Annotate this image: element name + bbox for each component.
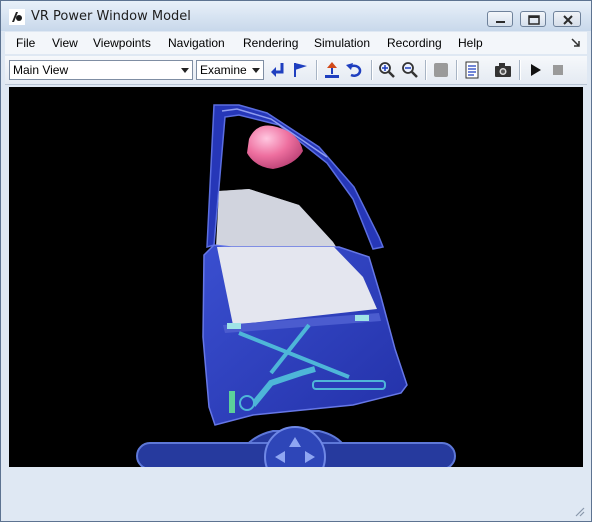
- menu-recording[interactable]: Recording: [387, 36, 442, 50]
- vr-viewport[interactable]: W E F ?: [9, 87, 583, 467]
- zoom-in-icon[interactable]: [377, 60, 397, 80]
- capture-frame-icon[interactable]: [493, 60, 513, 80]
- rail-clip-right: [355, 315, 369, 321]
- regulator-gear: [239, 395, 255, 411]
- menu-simulation[interactable]: Simulation: [314, 36, 370, 50]
- record-icon[interactable]: [431, 60, 451, 80]
- close-button[interactable]: [553, 11, 581, 27]
- minimize-icon: [496, 21, 505, 23]
- toolbar-separator: [316, 60, 318, 80]
- menu-help[interactable]: Help: [458, 36, 483, 50]
- maximize-button[interactable]: [520, 11, 546, 27]
- status-bar: [5, 495, 587, 519]
- title-bar: VR Power Window Model: [1, 1, 591, 31]
- navigation-mode-select[interactable]: Examine: [196, 60, 264, 80]
- regulator-slot: [312, 380, 386, 390]
- navigation-mode-value: Examine: [200, 63, 247, 77]
- viewpoint-select[interactable]: Main View: [9, 60, 193, 80]
- viewpoint-select-value: Main View: [13, 63, 69, 77]
- toolbar: Main View Examine: [5, 56, 587, 85]
- resize-grip-icon[interactable]: [573, 505, 585, 517]
- regulator-motor: [229, 391, 235, 413]
- minimize-button[interactable]: [487, 11, 513, 27]
- toolbar-separator: [519, 60, 521, 80]
- menu-rendering[interactable]: Rendering: [243, 36, 298, 50]
- chevron-down-icon: [181, 68, 189, 73]
- toolbar-separator: [425, 60, 427, 80]
- rail-clip-left: [227, 323, 241, 329]
- zoom-out-icon[interactable]: [400, 60, 420, 80]
- menu-viewpoints[interactable]: Viewpoints: [93, 36, 151, 50]
- window-title: VR Power Window Model: [31, 9, 191, 24]
- vr-viewer-window: VR Power Window Model File View Viewpoin…: [0, 0, 592, 522]
- undo-move-icon[interactable]: [345, 60, 365, 80]
- chevron-down-icon: [252, 68, 260, 73]
- maximize-icon: [528, 15, 540, 25]
- return-to-viewpoint-icon[interactable]: [268, 60, 288, 80]
- close-icon: [563, 15, 573, 25]
- dock-arrow-icon[interactable]: [571, 38, 581, 48]
- stop-simulation-icon[interactable]: [548, 60, 568, 80]
- toolbar-separator: [456, 60, 458, 80]
- menu-view[interactable]: View: [52, 36, 78, 50]
- straighten-up-icon[interactable]: [322, 60, 342, 80]
- menu-navigation[interactable]: Navigation: [168, 36, 225, 50]
- menu-file[interactable]: File: [16, 36, 35, 50]
- vr-scene[interactable]: [9, 87, 583, 467]
- vrml-view-icon[interactable]: [462, 60, 482, 80]
- start-simulation-icon[interactable]: [525, 60, 545, 80]
- app-icon: [9, 9, 25, 25]
- go-to-viewpoint-icon[interactable]: [291, 60, 311, 80]
- toolbar-separator: [371, 60, 373, 80]
- menu-bar: File View Viewpoints Navigation Renderin…: [5, 32, 587, 54]
